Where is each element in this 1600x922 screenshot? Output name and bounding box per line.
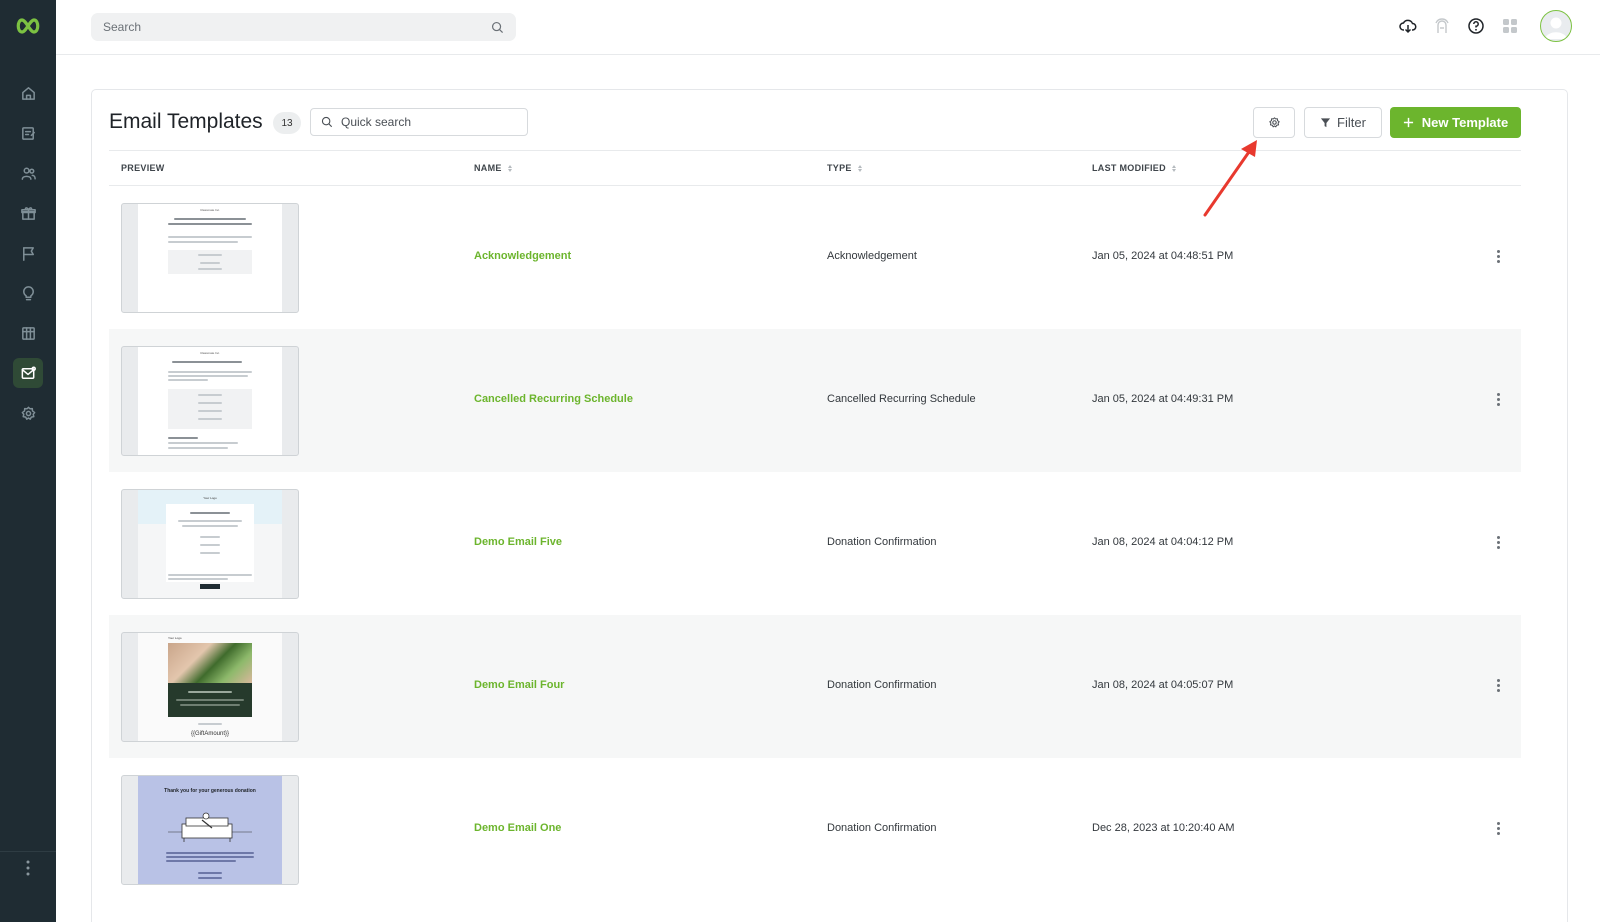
search-icon — [321, 116, 333, 128]
table-header: PREVIEW NAME TYPE LAST MODIFIED — [109, 150, 1521, 186]
template-name-link[interactable]: Acknowledgement — [474, 250, 571, 262]
sidebar-item-settings[interactable] — [13, 398, 43, 428]
users-icon — [21, 167, 36, 180]
sidebar-item-reports[interactable] — [13, 318, 43, 348]
sidebar-item-forms[interactable] — [13, 118, 43, 148]
column-settings-button[interactable] — [1253, 107, 1295, 138]
table-row[interactable]: Your Logo {{GiftAmount}} Demo Email Four… — [109, 615, 1521, 758]
row-actions-icon[interactable] — [1490, 818, 1506, 838]
column-header-type[interactable]: TYPE — [827, 163, 862, 173]
cloud-download-icon[interactable] — [1398, 16, 1418, 36]
row-actions-icon[interactable] — [1490, 246, 1506, 266]
home-icon — [21, 86, 35, 100]
lightbulb-icon — [22, 285, 34, 300]
settings-icon — [1268, 117, 1280, 128]
filter-label: Filter — [1337, 115, 1366, 130]
broadcast-icon[interactable] — [1432, 16, 1452, 36]
flag-icon — [22, 246, 34, 261]
last-modified: Jan 05, 2024 at 04:48:51 PM — [1092, 250, 1234, 262]
gift-icon — [20, 206, 36, 220]
last-modified: Jan 08, 2024 at 04:05:07 PM — [1092, 679, 1234, 691]
card-header: Email Templates 13 Filter New Template — [92, 90, 1567, 152]
preview-page: Classmate Inc. — [138, 347, 282, 455]
table-row[interactable]: Thank you for your generous donation Dem… — [109, 758, 1521, 901]
sidebar-nav — [13, 78, 43, 428]
template-preview-thumbnail[interactable]: Your Logo — [121, 489, 299, 599]
column-header-last-modified[interactable]: LAST MODIFIED — [1092, 163, 1176, 173]
sidebar-item-campaigns[interactable] — [13, 238, 43, 268]
column-header-preview: PREVIEW — [121, 163, 165, 173]
sidebar-item-email[interactable] — [13, 358, 43, 388]
last-modified: Jan 05, 2024 at 04:49:31 PM — [1092, 393, 1234, 405]
row-actions-icon[interactable] — [1490, 389, 1506, 409]
new-template-label: New Template — [1421, 115, 1509, 130]
column-header-name[interactable]: NAME — [474, 163, 512, 173]
template-name-link[interactable]: Demo Email One — [474, 822, 561, 834]
plus-icon — [1403, 117, 1413, 128]
top-bar — [56, 0, 1600, 55]
brand-logo[interactable] — [15, 16, 41, 36]
sort-icon[interactable] — [1171, 164, 1176, 172]
global-search-input[interactable] — [103, 20, 491, 34]
apps-grid-icon[interactable] — [1500, 16, 1520, 36]
template-preview-thumbnail[interactable]: Classmate Inc. — [121, 203, 299, 313]
top-icons — [1398, 10, 1572, 42]
global-search — [91, 13, 516, 41]
illustration-image — [168, 812, 252, 842]
sort-icon[interactable] — [857, 164, 862, 172]
sidebar-item-home[interactable] — [13, 78, 43, 108]
template-type: Donation Confirmation — [827, 679, 937, 691]
filter-button[interactable]: Filter — [1304, 107, 1382, 138]
template-preview-thumbnail[interactable]: Your Logo {{GiftAmount}} — [121, 632, 299, 742]
infinity-logo-icon — [16, 18, 40, 34]
page-title: Email Templates — [109, 110, 263, 133]
sidebar-divider — [0, 851, 56, 852]
preview-page: Classmate Inc. — [138, 204, 282, 312]
template-type: Cancelled Recurring Schedule — [827, 393, 976, 405]
user-avatar[interactable] — [1540, 10, 1572, 42]
preview-page: Thank you for your generous donation — [138, 776, 282, 884]
sidebar-item-gifts[interactable] — [13, 198, 43, 228]
filter-icon — [1320, 118, 1331, 128]
email-icon — [21, 366, 36, 379]
search-icon[interactable] — [491, 21, 504, 34]
template-preview-thumbnail[interactable]: Thank you for your generous donation — [121, 775, 299, 885]
template-preview-thumbnail[interactable]: Classmate Inc. — [121, 346, 299, 456]
templates-card: Email Templates 13 Filter New Template P… — [91, 89, 1568, 922]
sidebar — [0, 0, 56, 922]
row-actions-icon[interactable] — [1490, 675, 1506, 695]
edit-form-icon — [21, 126, 35, 140]
last-modified: Dec 28, 2023 at 10:20:40 AM — [1092, 822, 1235, 834]
template-name-link[interactable]: Demo Email Four — [474, 679, 564, 691]
sidebar-item-ideas[interactable] — [13, 278, 43, 308]
new-template-button[interactable]: New Template — [1390, 107, 1521, 138]
user-icon — [1545, 17, 1567, 39]
template-type: Acknowledgement — [827, 250, 917, 262]
row-actions-icon[interactable] — [1490, 532, 1506, 552]
sort-icon[interactable] — [507, 164, 512, 172]
table-row[interactable]: Your Logo Demo Email Five Donation Confi… — [109, 472, 1521, 615]
template-name-link[interactable]: Demo Email Five — [474, 536, 562, 548]
template-name-link[interactable]: Cancelled Recurring Schedule — [474, 393, 633, 405]
template-type: Donation Confirmation — [827, 536, 937, 548]
preview-page: Your Logo — [138, 490, 282, 598]
quick-search-input[interactable] — [341, 115, 517, 129]
table-row[interactable]: Classmate Inc. Acknowledgement Acknowled… — [109, 186, 1521, 329]
quick-search — [310, 108, 528, 136]
more-menu-icon[interactable] — [18, 858, 38, 878]
sidebar-item-contacts[interactable] — [13, 158, 43, 188]
help-icon[interactable] — [1466, 16, 1486, 36]
count-badge: 13 — [273, 112, 301, 134]
table-icon — [21, 326, 35, 340]
template-type: Donation Confirmation — [827, 822, 937, 834]
last-modified: Jan 08, 2024 at 04:04:12 PM — [1092, 536, 1234, 548]
preview-page: Your Logo {{GiftAmount}} — [138, 633, 282, 741]
table-row[interactable]: Classmate Inc. Cancelled Recurring Sched… — [109, 329, 1521, 472]
settings-icon — [21, 406, 35, 420]
